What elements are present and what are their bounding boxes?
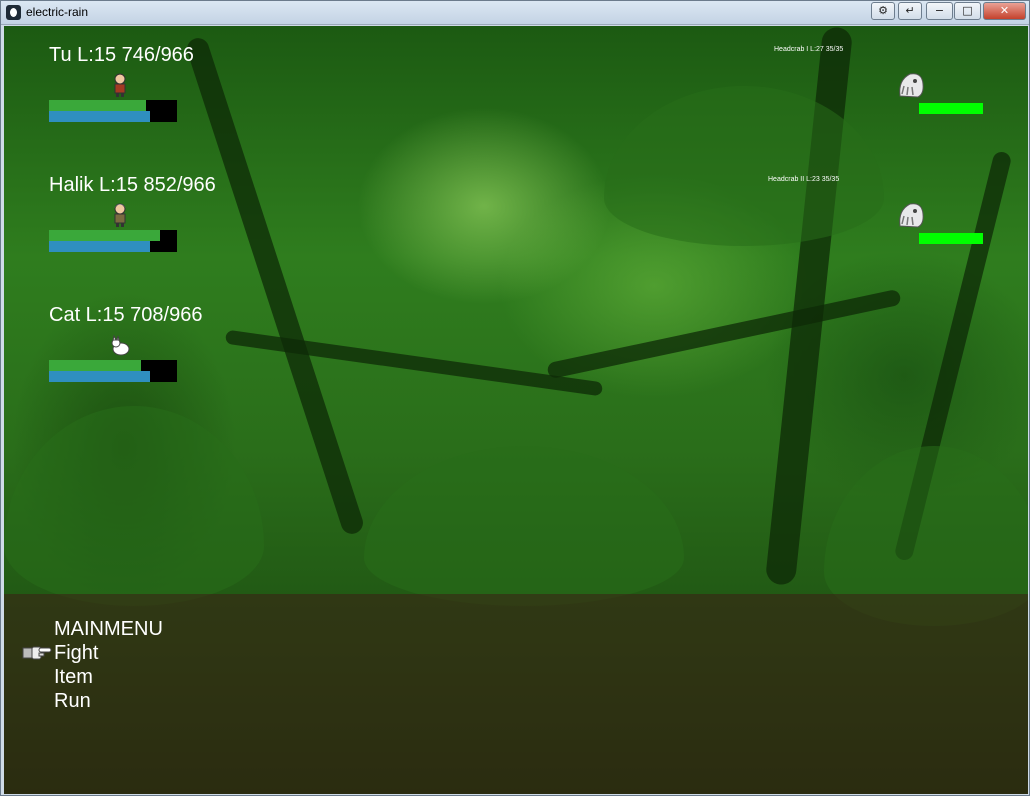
hp-bar-fill: [49, 100, 147, 111]
enemy-label: Headcrab II L:23 35/35: [768, 176, 840, 183]
game-window: electric-rain ⚙ ↵ − □ ✕ Tu L:15 746/966 H…: [0, 0, 1030, 796]
menu-item-item[interactable]: Item: [54, 666, 93, 689]
settings-icon[interactable]: ⚙: [871, 2, 895, 20]
party-member-status: Cat L:15 708/966: [49, 304, 203, 326]
enemy-label: Headcrab I L:27 35/35: [774, 46, 844, 53]
party-member-status: Tu L:15 746/966: [49, 44, 194, 66]
swordsman-sprite: [114, 73, 126, 97]
hp-bar-fill: [49, 360, 142, 371]
menu-item-fight[interactable]: Fight: [54, 642, 98, 665]
menu-title: MAINMENU: [54, 618, 163, 640]
jungle-vine: [224, 329, 604, 397]
cat-sprite: [111, 334, 130, 356]
title-bar: electric-rain ⚙ ↵ − □ ✕: [1, 1, 1029, 25]
battle-scene: Tu L:15 746/966 Halik L:15 852/966 Cat L:1…: [4, 26, 1028, 794]
jungle-vine: [546, 288, 902, 380]
headcrab-sprite: [899, 73, 924, 98]
enemy-hp-bar: [919, 233, 983, 244]
battle-menu: MAINMENU Fight Item Run: [4, 594, 1028, 794]
warrior-sprite: [114, 203, 126, 227]
mp-bar: [49, 371, 177, 382]
mp-bar-fill: [49, 371, 151, 382]
headcrab-sprite: [899, 203, 924, 228]
hp-bar: [49, 360, 177, 371]
enemy-hp-bar: [919, 103, 983, 114]
hp-bar: [49, 230, 177, 241]
mp-bar-fill: [49, 241, 151, 252]
fullscreen-icon[interactable]: ↵: [898, 2, 922, 20]
app-icon: [6, 5, 21, 20]
menu-item-run[interactable]: Run: [54, 690, 91, 713]
maximize-button[interactable]: □: [954, 2, 981, 20]
hp-bar: [49, 100, 177, 111]
window-title: electric-rain: [26, 5, 89, 19]
jungle-fern: [364, 446, 684, 606]
mp-bar: [49, 111, 177, 122]
close-button[interactable]: ✕: [983, 2, 1026, 20]
pointing-hand-icon: [22, 646, 52, 660]
mp-bar: [49, 241, 177, 252]
hp-bar-fill: [49, 230, 161, 241]
minimize-button[interactable]: −: [926, 2, 953, 20]
jungle-fern: [4, 406, 264, 606]
party-member-status: Halik L:15 852/966: [49, 174, 216, 196]
mp-bar-fill: [49, 111, 151, 122]
